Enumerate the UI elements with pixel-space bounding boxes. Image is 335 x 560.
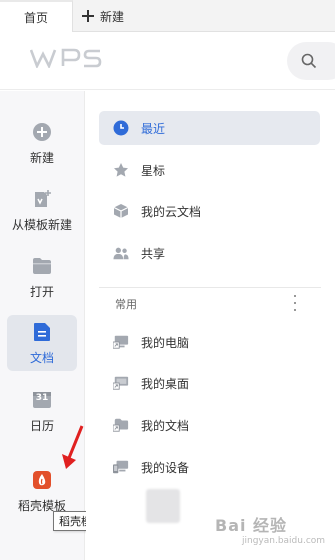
- section-title-common: 常用: [115, 298, 137, 311]
- rail-item-documents[interactable]: 文档: [7, 315, 77, 371]
- clock-icon: [113, 120, 129, 136]
- cloud-cube-icon: [113, 203, 129, 219]
- nav-item-recent[interactable]: 最近: [99, 111, 320, 145]
- rail-item-from-template[interactable]: 从模板新建: [7, 182, 77, 238]
- rail-item-label: 从模板新建: [11, 218, 72, 232]
- nav-item-label: 最近: [141, 121, 166, 136]
- folder-icon: [31, 255, 53, 277]
- common-item-label: 我的文档: [141, 418, 190, 433]
- rail-item-label: 日历: [29, 419, 54, 433]
- annotation-arrow: [62, 425, 84, 469]
- rail-item-label: 打开: [29, 285, 54, 299]
- nav-item-label: 星标: [141, 163, 166, 178]
- common-item-my-desktop[interactable]: 我的桌面: [99, 366, 320, 400]
- computer-shortcut-icon: [113, 334, 129, 350]
- nav-item-cloud-docs[interactable]: 我的云文档: [99, 194, 320, 228]
- common-item-label: 我的电脑: [141, 335, 190, 350]
- docer-icon: [31, 469, 53, 491]
- nav-item-label: 共享: [141, 246, 166, 261]
- main-panel: 最近 星标 我的云文档 共享 常用 我的电脑 我的桌面 我的文档 我的设备: [86, 91, 335, 560]
- wps-logo: [30, 48, 102, 68]
- left-rail: 新建 从模板新建 打开 文档 31 日历 稻壳模板: [0, 91, 85, 560]
- nav-item-label: 我的云文档: [141, 204, 202, 219]
- rail-item-label: 文档: [29, 351, 54, 365]
- nav-item-starred[interactable]: 星标: [99, 153, 320, 187]
- blurred-item-icon: [146, 489, 180, 523]
- more-options-icon[interactable]: [292, 295, 298, 311]
- common-item-my-documents[interactable]: 我的文档: [99, 408, 320, 442]
- header: [0, 32, 335, 90]
- watermark-subtext: jingyan.baidu.com: [242, 536, 326, 546]
- common-item-label: 我的设备: [141, 460, 190, 475]
- divider: [99, 287, 321, 288]
- tab-new[interactable]: 新建: [82, 0, 124, 32]
- folder-shortcut-icon: [113, 417, 129, 433]
- tab-bar: 首页 新建: [0, 0, 335, 33]
- watermark: Bai 经验: [215, 516, 288, 535]
- document-icon: [31, 321, 53, 343]
- plus-circle-icon: [31, 121, 53, 143]
- common-item-my-devices[interactable]: 我的设备: [99, 450, 320, 484]
- tab-new-label: 新建: [100, 9, 125, 24]
- nav-item-shared[interactable]: 共享: [99, 236, 320, 270]
- calendar-icon: 31: [31, 389, 53, 411]
- rail-item-new[interactable]: 新建: [7, 115, 77, 171]
- common-item-my-computer[interactable]: 我的电脑: [99, 325, 320, 359]
- template-icon: [31, 188, 53, 210]
- people-icon: [113, 245, 129, 261]
- desktop-shortcut-icon: [113, 375, 129, 391]
- devices-icon: [113, 459, 129, 475]
- search-icon: [301, 53, 317, 69]
- plus-icon: [82, 10, 94, 22]
- rail-item-open[interactable]: 打开: [7, 249, 77, 305]
- search-button[interactable]: [287, 42, 335, 80]
- common-item-label: 我的桌面: [141, 376, 190, 391]
- rail-item-label: 新建: [29, 151, 54, 165]
- star-icon: [113, 162, 129, 178]
- tab-home[interactable]: 首页: [0, 0, 73, 33]
- calendar-day: 31: [35, 393, 49, 403]
